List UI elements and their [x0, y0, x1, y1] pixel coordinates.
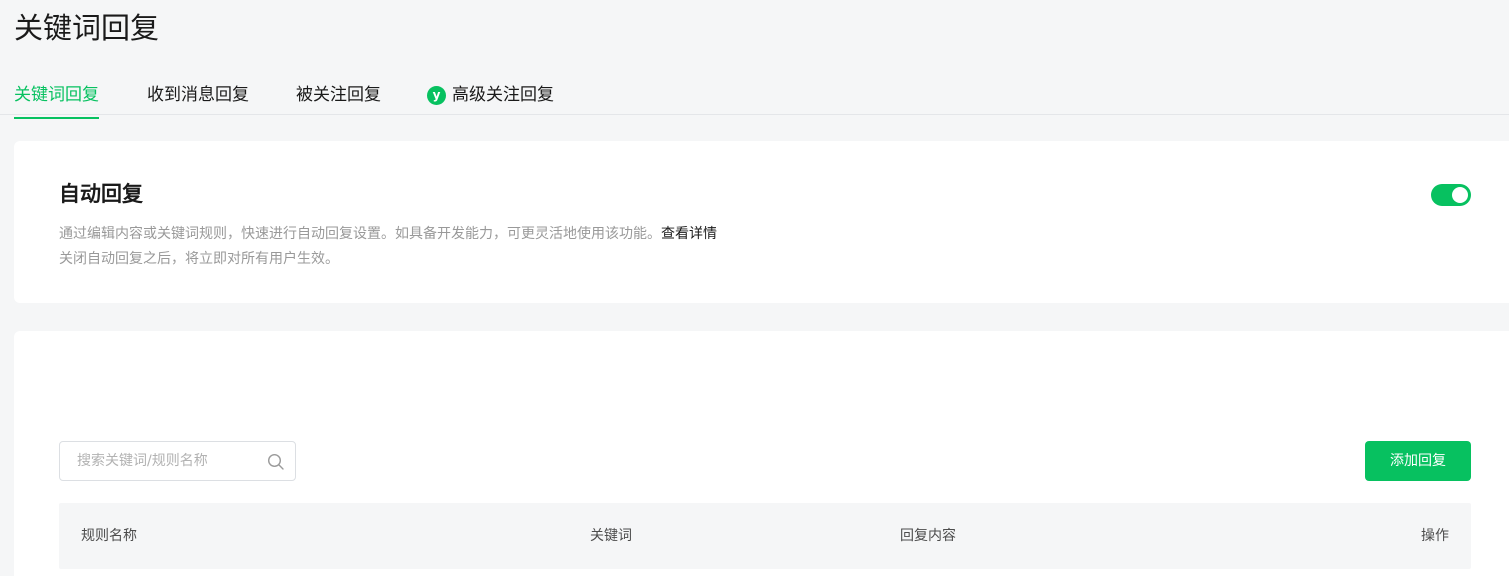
column-header-action: 操作 — [1421, 528, 1449, 544]
auto-reply-desc-line1: 通过编辑内容或关键词规则，快速进行自动回复设置。如具备开发能力，可更灵活地使用该… — [59, 226, 661, 242]
verified-badge-icon: y — [427, 85, 446, 105]
tab-follow-reply[interactable]: 被关注回复 — [296, 82, 381, 108]
search-input[interactable] — [60, 442, 260, 480]
auto-reply-title: 自动回复 — [59, 182, 143, 206]
column-header-rule-name: 规则名称 — [81, 528, 137, 544]
tab-message-reply[interactable]: 收到消息回复 — [147, 82, 249, 108]
tab-advanced-follow-reply-label: 高级关注回复 — [452, 85, 554, 105]
tab-keyword-reply[interactable]: 关键词回复 — [14, 82, 99, 119]
search-box — [59, 441, 296, 481]
tab-advanced-follow-reply[interactable]: y 高级关注回复 — [427, 82, 554, 108]
table-header: 规则名称 关键词 回复内容 操作 — [59, 503, 1471, 569]
search-icon[interactable] — [267, 453, 285, 471]
add-reply-button[interactable]: 添加回复 — [1365, 441, 1471, 481]
auto-reply-description: 通过编辑内容或关键词规则，快速进行自动回复设置。如具备开发能力，可更灵活地使用该… — [59, 222, 717, 272]
view-details-link[interactable]: 查看详情 — [661, 226, 717, 242]
auto-reply-toggle[interactable] — [1431, 184, 1471, 206]
column-header-keyword: 关键词 — [590, 528, 632, 544]
reply-rules-card: 添加回复 规则名称 关键词 回复内容 操作 — [14, 331, 1509, 576]
page-title: 关键词回复 — [14, 11, 160, 45]
auto-reply-desc-line2: 关闭自动回复之后，将立即对所有用户生效。 — [59, 251, 339, 267]
tab-bar: 关键词回复 收到消息回复 被关注回复 y 高级关注回复 — [0, 76, 1509, 119]
auto-reply-card: 自动回复 通过编辑内容或关键词规则，快速进行自动回复设置。如具备开发能力，可更灵… — [14, 141, 1509, 303]
toggle-knob — [1452, 187, 1468, 203]
column-header-reply-content: 回复内容 — [900, 528, 956, 544]
